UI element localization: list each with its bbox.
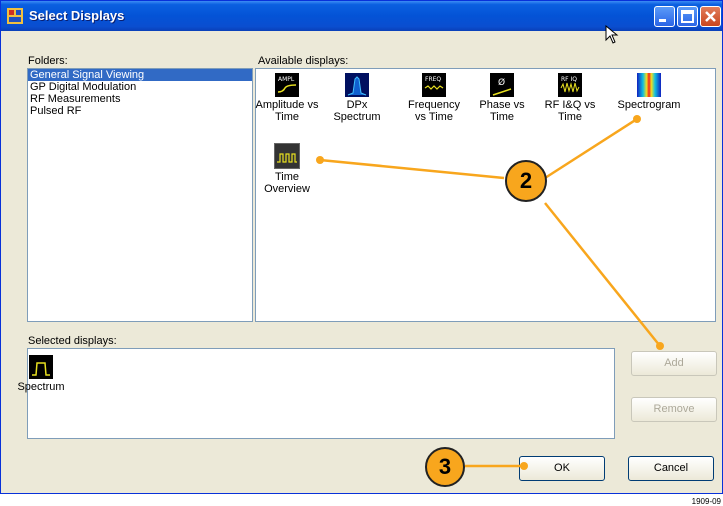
figure-id: 1909-09 [691, 497, 721, 506]
callout-3: 3 [425, 447, 465, 487]
callout-lines [316, 115, 664, 470]
callout-2: 2 [505, 160, 547, 202]
